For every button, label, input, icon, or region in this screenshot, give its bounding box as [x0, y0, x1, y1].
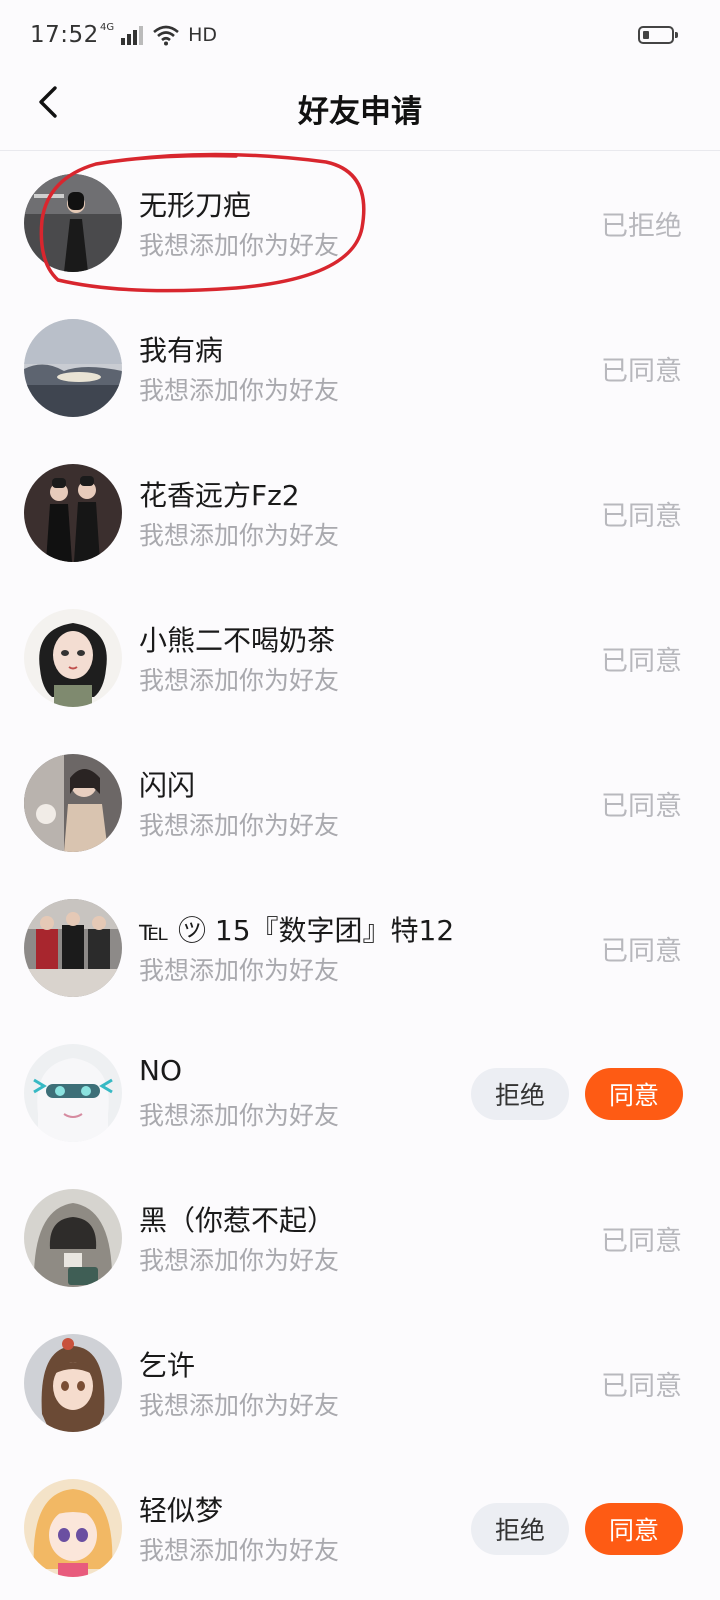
- requester-name: ℡ ㋡ 15『数字团』特12: [139, 914, 455, 947]
- reject-button[interactable]: 拒绝: [471, 1503, 569, 1555]
- avatar[interactable]: [24, 899, 122, 997]
- request-row[interactable]: 无形刀疤 我想添加你为好友 已拒绝: [0, 150, 720, 295]
- requester-name: NO: [139, 1054, 182, 1087]
- avatar[interactable]: [24, 464, 122, 562]
- request-status: 已同意: [601, 936, 682, 967]
- battery-icon: [638, 26, 678, 44]
- request-row[interactable]: 闪闪 我想添加你为好友 已同意: [0, 730, 720, 875]
- request-status: 已同意: [601, 501, 682, 532]
- status-icons: 4G HD: [100, 22, 217, 48]
- request-status: 已同意: [601, 1371, 682, 1402]
- network-type-label: 4G: [100, 21, 115, 33]
- request-message: 我想添加你为好友: [139, 231, 340, 260]
- avatar[interactable]: [24, 754, 122, 852]
- request-row[interactable]: 黑（你惹不起） 我想添加你为好友 已同意: [0, 1165, 720, 1310]
- requester-name: 乞许: [139, 1349, 196, 1382]
- status-time: 17:52: [30, 22, 99, 48]
- signal-icon: [121, 26, 144, 45]
- nav-bar: 好友申请: [0, 72, 720, 151]
- requester-name: 花香远方Fz2: [139, 479, 300, 512]
- request-status: 已拒绝: [601, 211, 682, 242]
- request-row[interactable]: ℡ ㋡ 15『数字团』特12 我想添加你为好友 已同意: [0, 875, 720, 1020]
- request-message: 我想添加你为好友: [139, 956, 340, 985]
- request-message: 我想添加你为好友: [139, 1536, 340, 1565]
- request-row[interactable]: 小熊二不喝奶茶 我想添加你为好友 已同意: [0, 585, 720, 730]
- request-message: 我想添加你为好友: [139, 521, 340, 550]
- avatar[interactable]: [24, 319, 122, 417]
- requester-name: 小熊二不喝奶茶: [139, 624, 336, 657]
- request-row[interactable]: 我有病 我想添加你为好友 已同意: [0, 295, 720, 440]
- request-message: 我想添加你为好友: [139, 1101, 340, 1130]
- friend-request-list: 无形刀疤 我想添加你为好友 已拒绝 我有病 我想添加你为好友 已同意 花香远方F…: [0, 150, 720, 1600]
- requester-name: 我有病: [139, 334, 224, 367]
- avatar[interactable]: [24, 1044, 122, 1142]
- accept-button[interactable]: 同意: [585, 1068, 683, 1120]
- avatar[interactable]: [24, 1334, 122, 1432]
- hd-label: HD: [188, 24, 218, 46]
- request-row[interactable]: NO 我想添加你为好友 拒绝 同意: [0, 1020, 720, 1165]
- request-row[interactable]: 轻似梦 我想添加你为好友 拒绝 同意: [0, 1455, 720, 1600]
- accept-button[interactable]: 同意: [585, 1503, 683, 1555]
- request-message: 我想添加你为好友: [139, 666, 340, 695]
- request-status: 已同意: [601, 1226, 682, 1257]
- avatar[interactable]: [24, 1479, 122, 1577]
- reject-button[interactable]: 拒绝: [471, 1068, 569, 1120]
- avatar[interactable]: [24, 174, 122, 272]
- avatar[interactable]: [24, 1189, 122, 1287]
- request-row[interactable]: 花香远方Fz2 我想添加你为好友 已同意: [0, 440, 720, 585]
- requester-name: 闪闪: [139, 769, 196, 802]
- request-message: 我想添加你为好友: [139, 1246, 340, 1275]
- request-message: 我想添加你为好友: [139, 376, 340, 405]
- requester-name: 黑（你惹不起）: [139, 1204, 336, 1237]
- avatar[interactable]: [24, 609, 122, 707]
- request-status: 已同意: [601, 791, 682, 822]
- wifi-icon: [153, 25, 179, 46]
- requester-name: 无形刀疤: [139, 189, 252, 222]
- request-status: 已同意: [601, 356, 682, 387]
- status-bar: 17:52 4G HD: [0, 0, 720, 72]
- request-message: 我想添加你为好友: [139, 1391, 340, 1420]
- request-message: 我想添加你为好友: [139, 811, 340, 840]
- request-row[interactable]: 乞许 我想添加你为好友 已同意: [0, 1310, 720, 1455]
- request-status: 已同意: [601, 646, 682, 677]
- page-title: 好友申请: [298, 94, 422, 130]
- requester-name: 轻似梦: [139, 1494, 224, 1527]
